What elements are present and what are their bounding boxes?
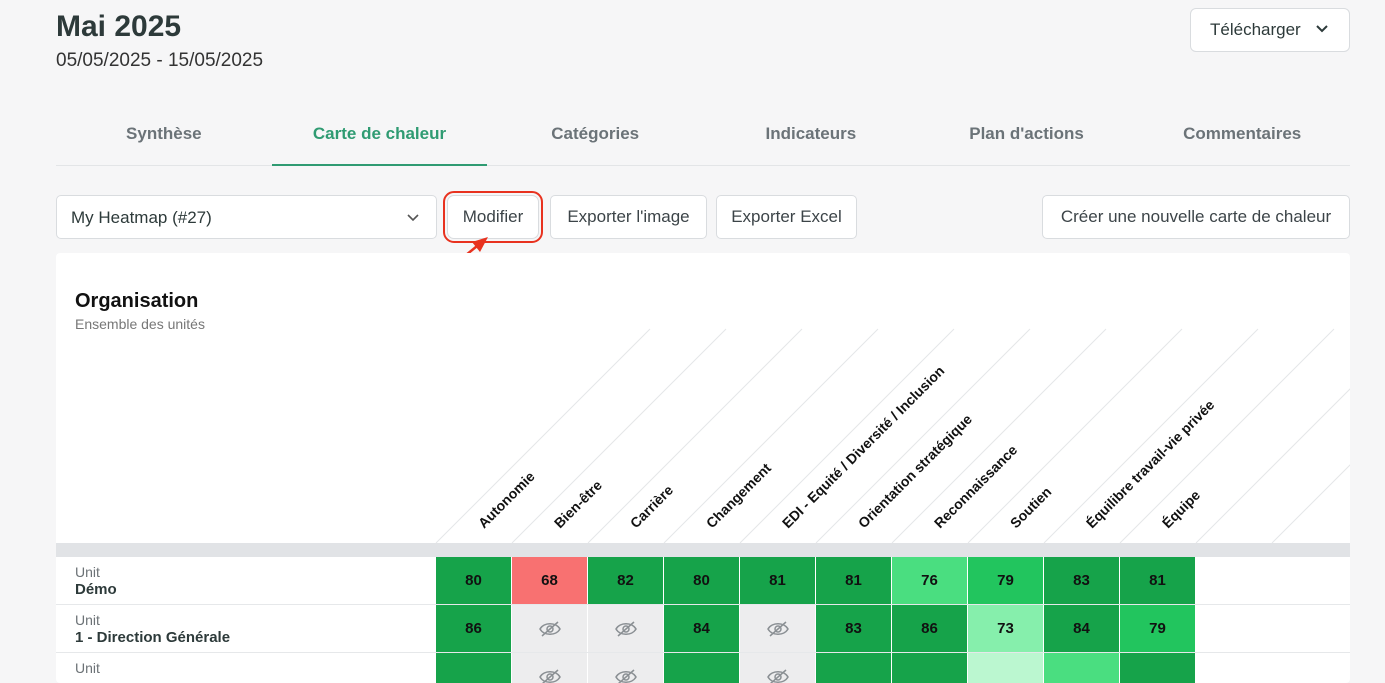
heatmap-cell[interactable]: 79 <box>968 557 1043 604</box>
heatmap-cell[interactable]: 68 <box>512 557 587 604</box>
heatmap-cell[interactable]: 81 <box>740 557 815 604</box>
column-header: Bien-être <box>551 477 605 531</box>
heatmap-cell[interactable]: 84 <box>1044 605 1119 652</box>
export-image-button[interactable]: Exporter l'image <box>550 195 707 239</box>
heatmap-cell[interactable]: 82 <box>588 557 663 604</box>
column-headers: AutonomieBien-être Carrière ChangementEDI … <box>56 253 1350 543</box>
hidden-eye-icon <box>767 620 789 638</box>
column-header: EDI - Equité / Diversité / Inclusion <box>779 362 948 531</box>
heatmap-row[interactable]: Unit1 - Direction Générale86848386738479 <box>56 605 1350 653</box>
heatmap-cell[interactable] <box>588 605 663 652</box>
create-heatmap-button[interactable]: Créer une nouvelle carte de chaleur <box>1042 195 1350 239</box>
heatmap-cell[interactable] <box>512 605 587 652</box>
tab-commentaires[interactable]: Commentaires <box>1134 104 1350 165</box>
column-header: Équilibre travail-vie privée <box>1083 396 1218 531</box>
heatmap-cell[interactable] <box>1120 653 1195 683</box>
header-guide-line <box>740 329 954 543</box>
heatmap-cell[interactable] <box>892 653 967 683</box>
tab-bar: Synthèse Carte de chaleur Catégories Ind… <box>56 104 1350 166</box>
header-divider <box>56 543 1350 557</box>
heatmap-cell[interactable]: 76 <box>892 557 967 604</box>
tab-carte-de-chaleur[interactable]: Carte de chaleur <box>272 104 488 165</box>
header-guide-line <box>1044 329 1258 543</box>
heatmap-cell[interactable]: 80 <box>664 557 739 604</box>
heatmap-row[interactable]: UnitDémo80688280818176798381 <box>56 557 1350 605</box>
heatmap-cell[interactable] <box>968 653 1043 683</box>
heatmap-cell[interactable] <box>740 605 815 652</box>
heatmap-cell[interactable] <box>588 653 663 683</box>
heatmap-row[interactable]: Unit <box>56 653 1350 683</box>
heatmap-cell[interactable] <box>664 653 739 683</box>
heatmap-cell[interactable]: 81 <box>816 557 891 604</box>
tab-categories[interactable]: Catégories <box>487 104 703 165</box>
chevron-down-icon <box>1315 22 1329 36</box>
heatmap-cell[interactable]: 80 <box>436 557 511 604</box>
hidden-eye-icon <box>767 668 789 683</box>
header-guide-line <box>664 329 878 543</box>
tab-indicateurs[interactable]: Indicateurs <box>703 104 919 165</box>
row-name: 1 - Direction Générale <box>75 629 230 647</box>
heatmap-cell[interactable]: 73 <box>968 605 1043 652</box>
column-header: Changement <box>703 460 775 532</box>
row-type: Unit <box>75 564 100 580</box>
heatmap-cell[interactable]: 83 <box>816 605 891 652</box>
page-title: Mai 2025 <box>56 10 181 44</box>
header-guide-line <box>1120 329 1334 543</box>
header-guide-line <box>892 329 1106 543</box>
row-label: UnitDémo <box>75 563 117 599</box>
tab-plan-actions[interactable]: Plan d'actions <box>919 104 1135 165</box>
header-guide-line <box>1272 329 1350 543</box>
column-header: Équipe <box>1159 487 1203 531</box>
row-label: Unit <box>75 659 100 677</box>
heatmap-cell[interactable]: 81 <box>1120 557 1195 604</box>
row-type: Unit <box>75 660 100 676</box>
heatmap-select-value: My Heatmap (#27) <box>71 208 212 227</box>
export-excel-button[interactable]: Exporter Excel <box>716 195 857 239</box>
download-button[interactable]: Télécharger <box>1190 8 1350 52</box>
header-guide-line <box>1196 329 1350 543</box>
heatmap-cell[interactable]: 84 <box>664 605 739 652</box>
header-guide-line <box>512 329 726 543</box>
heatmap-cell[interactable] <box>816 653 891 683</box>
row-label: Unit1 - Direction Générale <box>75 611 230 647</box>
header-guide-line <box>968 329 1182 543</box>
tab-synthese[interactable]: Synthèse <box>56 104 272 165</box>
heatmap-cell[interactable]: 83 <box>1044 557 1119 604</box>
column-header: Soutien <box>1007 484 1055 532</box>
header-guide-line <box>816 329 1030 543</box>
date-range: 05/05/2025 - 15/05/2025 <box>56 50 263 72</box>
row-type: Unit <box>75 612 100 628</box>
heatmap-cell[interactable] <box>436 653 511 683</box>
heatmap-cell[interactable]: 86 <box>436 605 511 652</box>
heatmap-select[interactable]: My Heatmap (#27) <box>56 195 437 239</box>
column-header: Carrière <box>627 482 676 531</box>
hidden-eye-icon <box>539 668 561 683</box>
heatmap-card: Organisation Ensemble des unités Autonom… <box>56 253 1350 683</box>
heatmap-cell[interactable] <box>512 653 587 683</box>
hidden-eye-icon <box>615 620 637 638</box>
heatmap-cell[interactable] <box>740 653 815 683</box>
hidden-eye-icon <box>615 668 637 683</box>
header-guide-line <box>588 329 802 543</box>
column-header: Autonomie <box>475 468 538 531</box>
header-guide-line <box>436 329 650 543</box>
column-header: Reconnaissance <box>931 442 1021 532</box>
heatmap-cell[interactable] <box>1044 653 1119 683</box>
hidden-eye-icon <box>539 620 561 638</box>
row-name: Démo <box>75 581 117 599</box>
heatmap-cell[interactable]: 79 <box>1120 605 1195 652</box>
download-label: Télécharger <box>1210 20 1301 40</box>
chevron-down-icon <box>406 211 420 225</box>
heatmap-cell[interactable]: 86 <box>892 605 967 652</box>
